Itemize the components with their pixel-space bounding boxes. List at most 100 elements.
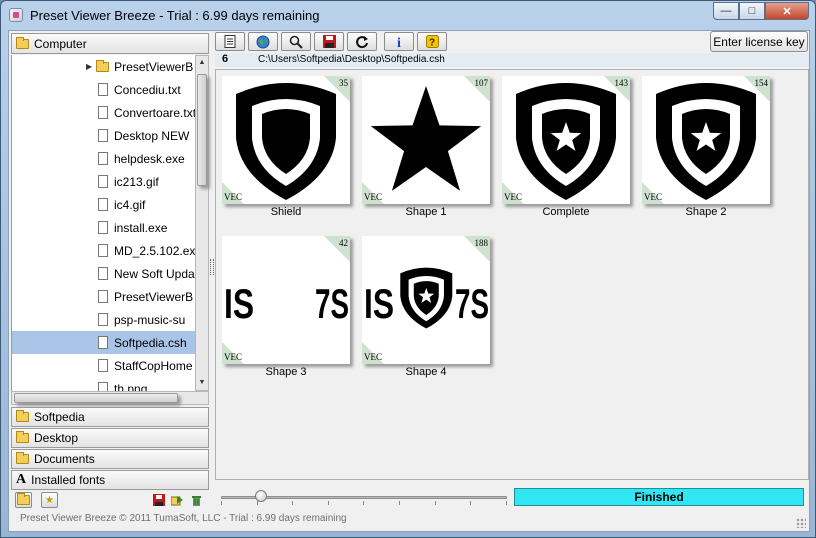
tree-item[interactable]: ic4.gif [12, 193, 195, 216]
window-title: Preset Viewer Breeze - Trial : 6.99 days… [30, 8, 320, 23]
preset-type-tag: VEC [364, 352, 382, 362]
magnifier-icon [289, 35, 303, 49]
favorite-softpedia[interactable]: Softpedia [11, 407, 209, 427]
favorite-label: Documents [34, 452, 95, 466]
preset-number: 107 [474, 78, 489, 88]
tree-item[interactable]: helpdesk.exe [12, 147, 195, 170]
scroll-up-icon[interactable]: ▲ [196, 56, 208, 70]
tree-item[interactable]: PresetViewerB [12, 285, 195, 308]
list-icon [224, 35, 236, 48]
preset-number: 188 [474, 238, 489, 248]
expand-arrow-icon[interactable]: ▶ [86, 62, 92, 71]
tree-item-label: Convertoare.txt [114, 105, 195, 120]
file-icon [98, 382, 108, 391]
tree-item[interactable]: ▶ PresetViewerB [12, 55, 195, 78]
folder-icon [16, 410, 29, 422]
toolbar-button-help[interactable]: ? [417, 32, 447, 51]
info-icon: i [397, 36, 401, 49]
preset-thumbnail[interactable]: 35 VEC [222, 76, 350, 204]
glyph-text-right: 7S [455, 280, 489, 327]
panel-splitter[interactable] [210, 259, 214, 275]
toolbar-button-save[interactable] [314, 32, 344, 51]
toolbar-button-list[interactable] [215, 32, 245, 51]
toolbar-button-search[interactable] [281, 32, 311, 51]
slider-knob[interactable] [255, 490, 268, 502]
file-icon [98, 359, 108, 372]
tree-item[interactable]: Convertoare.txt [12, 101, 195, 124]
preset-thumbnail[interactable]: 107 VEC [362, 76, 490, 204]
resize-grip-icon[interactable] [796, 518, 806, 528]
slider-tick [292, 501, 294, 505]
file-tree[interactable]: ▶ PresetViewerB Concediu.txt Convertoare.tx… [11, 55, 195, 391]
slider-tick [327, 501, 329, 505]
scrollbar-thumb[interactable] [197, 74, 207, 186]
glyph-text-left: IS [364, 280, 394, 327]
tree-item-label: helpdesk.exe [114, 151, 185, 166]
toolbar-button-refresh[interactable] [347, 32, 377, 51]
import-favorites-button[interactable] [169, 492, 186, 508]
slider-tick [434, 501, 436, 505]
favorite-desktop[interactable]: Desktop [11, 428, 209, 448]
tree-item[interactable]: ic213.gif [12, 170, 195, 193]
file-icon [98, 106, 108, 119]
folder-icon [96, 59, 110, 72]
tree-item[interactable]: th.png [12, 377, 195, 391]
tree-vertical-scrollbar[interactable]: ▲ ▼ [195, 55, 209, 391]
preset-type-tag: VEC [224, 192, 242, 202]
tree-item-label: th.png [114, 381, 148, 392]
status-bar: Finished [514, 488, 804, 506]
preset-name: Complete [542, 206, 590, 218]
toolbar-button-web[interactable] [248, 32, 278, 51]
file-icon [98, 267, 108, 280]
favorite-installed-fonts[interactable]: A Installed fonts [11, 470, 209, 490]
path-bar: 6 C:\Users\Softpedia\Desktop\Softpedia.c… [215, 53, 809, 67]
file-icon [98, 221, 108, 234]
tree-item[interactable]: Concediu.txt [12, 78, 195, 101]
save-icon [322, 35, 336, 48]
footer-copyright: Preset Viewer Breeze © 2011 TumaSoft, LL… [20, 513, 347, 524]
preset-thumbnail[interactable]: IS 7S 42 VEC [222, 236, 350, 364]
scroll-down-icon[interactable]: ▼ [196, 376, 208, 390]
open-folder-button[interactable] [15, 492, 32, 508]
preset-thumbnail[interactable]: 154 VEC [642, 76, 770, 204]
close-button[interactable]: ✕ [765, 2, 809, 20]
scrollbar-thumb[interactable] [14, 393, 178, 403]
tree-item-label: install.exe [114, 220, 168, 235]
tree-item[interactable]: Softpedia.csh [12, 331, 195, 354]
add-favorite-button[interactable]: ★ [41, 492, 58, 508]
save-favorites-button[interactable] [150, 492, 167, 508]
preset-type-tag: VEC [224, 352, 242, 362]
close-icon: ✕ [782, 5, 792, 18]
tree-item[interactable]: Desktop NEW [12, 124, 195, 147]
tree-root-computer[interactable]: Computer [11, 33, 209, 54]
delete-favorite-button[interactable] [188, 492, 205, 508]
trash-icon [192, 496, 201, 506]
tree-item[interactable]: StaffCopHome [12, 354, 195, 377]
preset-thumbnail[interactable]: 143 VEC [502, 76, 630, 204]
preset-count: 6 [222, 53, 229, 65]
preset-number: 35 [339, 78, 348, 88]
glyph-text-left: IS [224, 280, 254, 327]
preset-number: 143 [614, 78, 629, 88]
tree-item[interactable]: New Soft Upda [12, 262, 195, 285]
tree-horizontal-scrollbar[interactable] [11, 391, 209, 405]
minimize-button[interactable]: — [713, 2, 739, 20]
globe-icon [256, 35, 270, 48]
tree-item-label: StaffCopHome [114, 358, 193, 373]
tree-item[interactable]: psp-music-su [12, 308, 195, 331]
maximize-icon: □ [748, 5, 756, 17]
enter-license-key-button[interactable]: Enter license key [710, 31, 808, 52]
toolbar-button-info[interactable]: i [384, 32, 414, 51]
title-bar[interactable]: Preset Viewer Breeze - Trial : 6.99 days… [1, 1, 815, 29]
tree-item[interactable]: MD_2.5.102.ex [12, 239, 195, 262]
maximize-button[interactable]: □ [739, 2, 765, 20]
tree-item[interactable]: install.exe [12, 216, 195, 239]
glyph-text-right: 7S [315, 280, 349, 327]
preset-thumbnail[interactable]: IS 7S 188 VEC [362, 236, 490, 364]
preset-grid[interactable]: 35 VEC Shield 107 VEC Shape 1 143 VEC Complete 15… [215, 69, 809, 480]
window-controls: — □ ✕ [713, 2, 809, 20]
floppy-icon [152, 494, 165, 506]
favorite-documents[interactable]: Documents [11, 449, 209, 469]
tree-item-label: Softpedia.csh [114, 335, 187, 350]
tree-item-label: MD_2.5.102.ex [114, 243, 195, 258]
